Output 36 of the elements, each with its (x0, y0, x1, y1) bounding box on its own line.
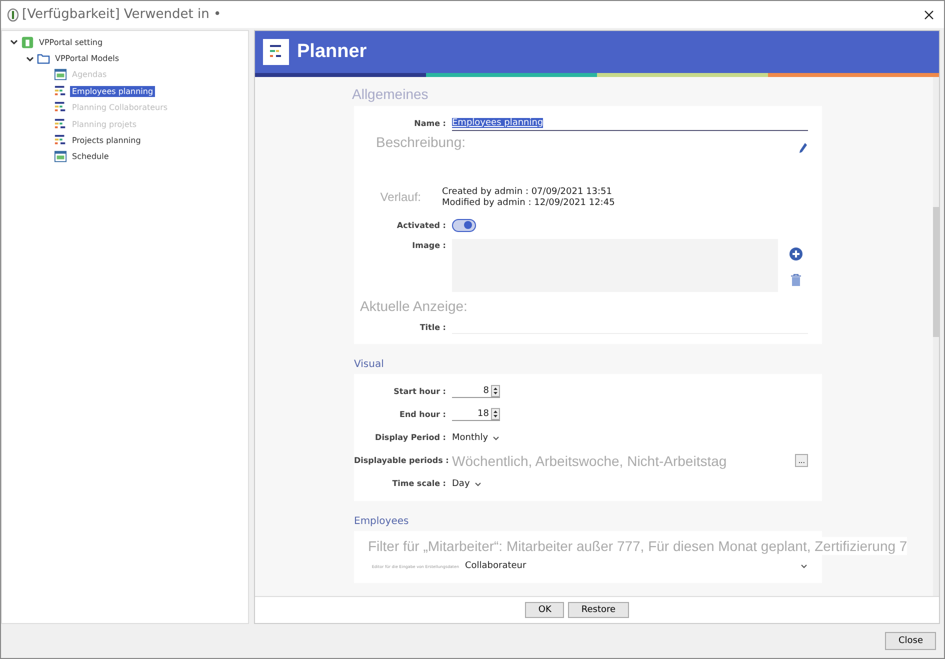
period-dropdown[interactable]: Monthly (452, 432, 500, 442)
header-title: Planner (297, 41, 367, 63)
section-heading: Allgemeines (352, 86, 430, 102)
periods-value: Wöchentlich, Arbeitswoche, Nicht-Arbeitstag (452, 452, 728, 468)
field-label: Name : (413, 118, 446, 128)
scale-dropdown[interactable]: Day (452, 478, 482, 488)
field-label: Verlauf: (379, 190, 421, 204)
field-label: Start hour : (392, 387, 446, 396)
dialog-button[interactable]: Restore (568, 602, 629, 618)
tree-item[interactable]: VPPortal setting (37, 36, 105, 48)
spin-field[interactable]: 18 (452, 408, 500, 421)
close-button[interactable]: Close (885, 632, 936, 650)
field-label: Display Period : (374, 433, 446, 442)
field-label: Image : (411, 241, 446, 250)
field-label: Activated : (396, 220, 446, 230)
more-button[interactable]: ... (795, 454, 808, 467)
field-label: Aktuelle Anzeige: (360, 297, 468, 316)
tree-item[interactable]: VPPortal Models (53, 53, 122, 64)
name-field[interactable]: Employees planning (452, 116, 808, 130)
spin-field[interactable]: 8 (452, 385, 500, 398)
tree-item[interactable]: Schedule (70, 151, 111, 162)
field-label: Time scale : (391, 479, 446, 488)
editor-dropdown[interactable]: Collaborateur (465, 561, 808, 571)
field-label: Title : (418, 322, 446, 332)
window-title: [Verfügbarkeit] Verwendet in • (22, 7, 222, 22)
filter-text: Filter für „Mitarbeiter“: Mitarbeiter außer 777, Für diesen Monat geplant, Zertifizierung 7 (368, 537, 908, 555)
history-text: Created by admin : 07/09/2021 13:51 (442, 186, 614, 196)
field-label: Beschreibung: (376, 134, 466, 150)
section-heading: Visual (354, 359, 385, 370)
history-text: Modified by admin : 12/09/2021 12:45 (442, 198, 615, 208)
section-heading: Employees (354, 516, 410, 527)
tree-item[interactable]: Projects planning (70, 135, 143, 146)
field-label: Displayable periods : (354, 456, 446, 465)
field-label: End hour : (398, 410, 446, 419)
dialog-button[interactable]: OK (525, 602, 564, 618)
tree-item[interactable]: Employees planning (70, 86, 156, 97)
